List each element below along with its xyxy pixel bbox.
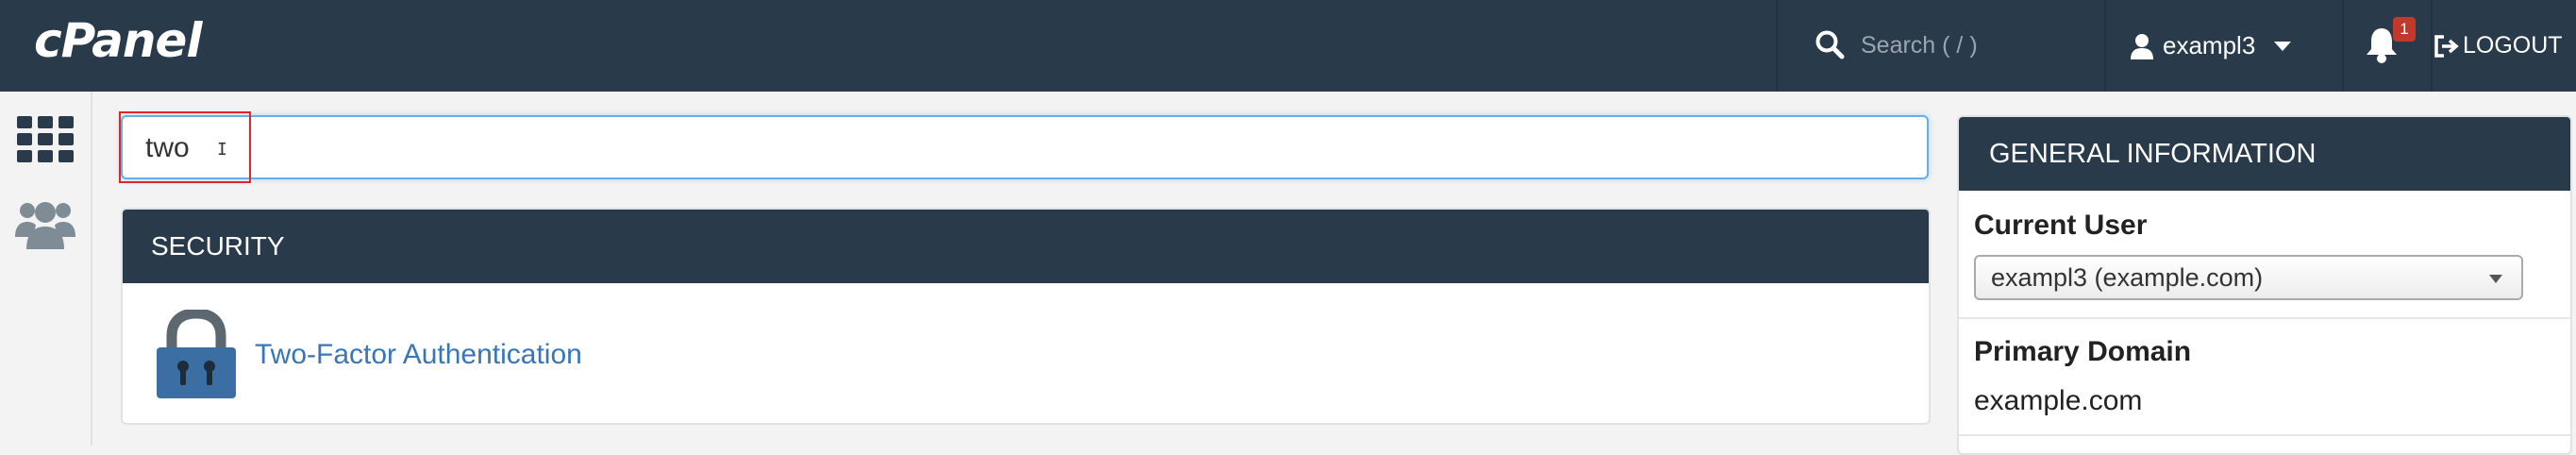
sidebar [0, 92, 92, 446]
result-item-label[interactable]: Two-Factor Authentication [255, 339, 582, 371]
chevron-down-icon [2274, 41, 2292, 51]
user-icon [2131, 33, 2153, 59]
search-icon [1815, 30, 1845, 59]
sidebar-item-tools[interactable] [13, 112, 79, 171]
logout-label: LOGOUT [2463, 32, 2563, 59]
result-item-two-factor-authentication[interactable]: Two-Factor Authentication [155, 310, 582, 400]
logout-icon [2434, 34, 2459, 58]
notification-badge: 1 [2393, 17, 2416, 42]
global-search[interactable] [1778, 0, 2104, 92]
user-menu[interactable]: exampl3 [2106, 0, 2342, 92]
primary-domain-value: example.com [1974, 385, 2143, 416]
sidebar-item-users[interactable] [13, 195, 79, 254]
section-title: SECURITY [123, 210, 1929, 283]
current-user-value: exampl3 (example.com) [1991, 263, 2264, 292]
tool-filter-input[interactable] [145, 126, 1891, 170]
current-user-select[interactable]: exampl3 (example.com) [1974, 255, 2523, 300]
grid-icon [17, 116, 74, 162]
divider [1959, 434, 2570, 436]
notifications-button[interactable]: 1 [2344, 0, 2431, 92]
primary-domain-label: Primary Domain [1974, 336, 2192, 367]
username-label: exampl3 [2163, 31, 2256, 59]
users-icon [15, 202, 75, 249]
cpanel-logo[interactable]: cPanel [34, 13, 202, 68]
general-information-panel: GENERAL INFORMATION Current User exampl3… [1957, 115, 2572, 455]
text-cursor-icon: I [217, 140, 227, 160]
chevron-down-icon [2489, 275, 2502, 283]
logout-button[interactable]: LOGOUT [2433, 0, 2576, 92]
top-bar: cPanel exampl3 1 LOGOUT [0, 0, 2576, 92]
tool-filter-field[interactable] [121, 115, 1929, 179]
results-panel-security: SECURITY Two-Factor Authentication [121, 208, 1931, 425]
general-information-title: GENERAL INFORMATION [1959, 117, 2570, 191]
divider [1959, 317, 2570, 319]
current-user-label: Current User [1974, 210, 2148, 241]
search-input[interactable] [1861, 26, 2087, 64]
lock-icon [157, 310, 236, 398]
